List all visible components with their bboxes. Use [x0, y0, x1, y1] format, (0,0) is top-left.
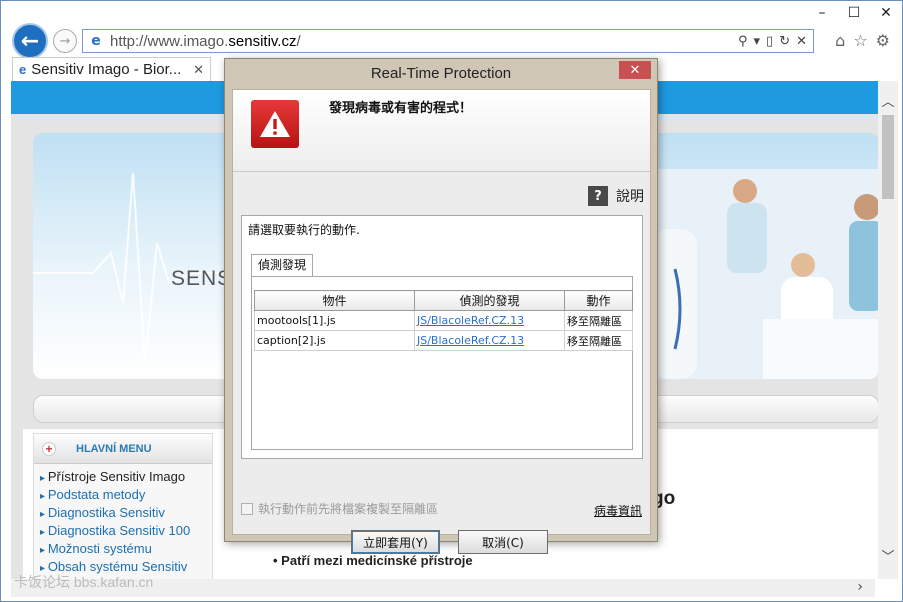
- tab-close-icon[interactable]: ✕: [193, 62, 204, 78]
- favorites-star-icon[interactable]: ☆: [853, 31, 867, 50]
- main-menu-list: Přístroje Sensitiv Imago Podstata metody…: [34, 464, 212, 576]
- address-tools: ⚲ ▾ ▯ ↻ ✕: [738, 34, 813, 49]
- plus-icon: +: [42, 441, 56, 456]
- vertical-scrollbar[interactable]: ︿ ﹀: [878, 81, 898, 579]
- dialog-title: Real-Time Protection: [370, 65, 512, 82]
- forum-watermark: 卡饭论坛 bbs.kafan.cn: [14, 574, 154, 590]
- detections-grid: 物件 偵測的發現 動作 mootools[1].js JS/BlacoleRef…: [251, 276, 633, 450]
- compatibility-icon[interactable]: ▯: [766, 34, 773, 49]
- dialog-heading: 發現病毒或有害的程式！: [329, 101, 473, 116]
- refresh-icon[interactable]: ↻: [779, 34, 790, 49]
- page-bullet-text: Patří mezi medicínské přístroje: [273, 553, 472, 568]
- menu-item-pristroje[interactable]: Přístroje Sensitiv Imago: [40, 468, 212, 486]
- table-row[interactable]: caption[2].js JS/BlacoleRef.CZ.13 移至隔離區: [254, 330, 633, 351]
- copy-to-quarantine-option: 執行動作前先將檔案複製至隔離區: [241, 500, 438, 517]
- window-controls: – ☐ ✕: [806, 1, 902, 25]
- main-menu: + HLAVNÍ MENU Přístroje Sensitiv Imago P…: [33, 433, 213, 581]
- dropdown-icon[interactable]: ▾: [754, 34, 761, 49]
- dialog-close-button[interactable]: ✕: [619, 61, 651, 79]
- dialog-header: 發現病毒或有害的程式！: [233, 90, 650, 172]
- cell-object: caption[2].js: [254, 330, 415, 351]
- home-icon[interactable]: ⌂: [835, 31, 845, 50]
- main-menu-header: + HLAVNÍ MENU: [34, 434, 212, 464]
- menu-item-diagnostika[interactable]: Diagnostika Sensitiv: [40, 504, 212, 522]
- menu-item-diagnostika-100[interactable]: Diagnostika Sensitiv 100: [40, 522, 212, 540]
- ie-page-icon: e: [91, 33, 101, 49]
- close-window-button[interactable]: ✕: [870, 1, 902, 25]
- menu-item-moznosti[interactable]: Možnosti systému: [40, 540, 212, 558]
- address-url: http://www.imago.sensitiv.cz/: [110, 32, 301, 50]
- column-header-action[interactable]: 動作: [564, 290, 633, 311]
- tab-title: Sensitiv Imago - Bior...: [31, 61, 182, 78]
- virus-info-link[interactable]: 病毒資訊: [594, 502, 642, 519]
- forward-button[interactable]: →: [53, 29, 77, 53]
- cell-action[interactable]: 移至隔離區: [564, 310, 633, 331]
- medical-staff-photo: [653, 169, 879, 379]
- cell-detection-link[interactable]: JS/BlacoleRef.CZ.13: [414, 310, 565, 331]
- warning-icon: [251, 100, 299, 148]
- help-link[interactable]: ? 說明: [588, 186, 644, 206]
- cell-object: mootools[1].js: [254, 310, 415, 331]
- cell-action[interactable]: 移至隔離區: [564, 330, 633, 351]
- back-button[interactable]: ←: [12, 23, 48, 59]
- action-panel: 請選取要執行的動作. 偵測發現 物件 偵測的發現 動作 mootools[1].…: [241, 215, 643, 459]
- forward-arrow-icon: →: [59, 33, 71, 49]
- cell-detection-link[interactable]: JS/BlacoleRef.CZ.13: [414, 330, 565, 351]
- minimize-button[interactable]: –: [806, 1, 838, 25]
- address-bar[interactable]: e http://www.imago.sensitiv.cz/ ⚲ ▾ ▯ ↻ …: [82, 29, 814, 53]
- help-icon: ?: [588, 186, 608, 206]
- column-header-object[interactable]: 物件: [254, 290, 415, 311]
- browser-tab[interactable]: e Sensitiv Imago - Bior... ✕: [12, 57, 211, 81]
- tab-detections[interactable]: 偵測發現: [251, 254, 314, 276]
- apply-now-button[interactable]: 立即套用(Y): [351, 530, 440, 554]
- cancel-button[interactable]: 取消(C): [458, 530, 548, 554]
- action-prompt: 請選取要執行的動作.: [248, 223, 360, 237]
- ie-tab-icon: e: [19, 62, 27, 77]
- scroll-down-icon[interactable]: ﹀: [880, 546, 896, 565]
- detections-table: 物件 偵測的發現 動作 mootools[1].js JS/BlacoleRef…: [254, 290, 633, 351]
- dialog-body: 發現病毒或有害的程式！ ? 說明 請選取要執行的動作. 偵測發現 物件 偵測的發…: [232, 89, 651, 554]
- gear-icon[interactable]: ⚙: [876, 31, 890, 50]
- search-icon[interactable]: ⚲: [738, 34, 748, 49]
- maximize-button[interactable]: ☐: [838, 1, 870, 25]
- scroll-up-icon[interactable]: ︿: [880, 91, 896, 110]
- back-arrow-icon: ←: [20, 28, 40, 54]
- copy-to-quarantine-checkbox: [241, 502, 253, 515]
- hero-brand-text: SENS: [171, 267, 233, 290]
- realtime-protection-dialog: Real-Time Protection ✕ 發現病毒或有害的程式！ ? 說明 …: [224, 58, 658, 554]
- scroll-right-icon[interactable]: ›: [857, 579, 863, 595]
- browser-toolbar-right: ⌂ ☆ ⚙: [835, 31, 890, 50]
- table-row[interactable]: mootools[1].js JS/BlacoleRef.CZ.13 移至隔離區: [254, 310, 633, 331]
- stop-icon[interactable]: ✕: [796, 34, 807, 49]
- close-icon: ✕: [629, 62, 641, 78]
- scroll-thumb[interactable]: [882, 115, 894, 199]
- menu-item-podstata[interactable]: Podstata metody: [40, 486, 212, 504]
- column-header-detection[interactable]: 偵測的發現: [414, 290, 565, 311]
